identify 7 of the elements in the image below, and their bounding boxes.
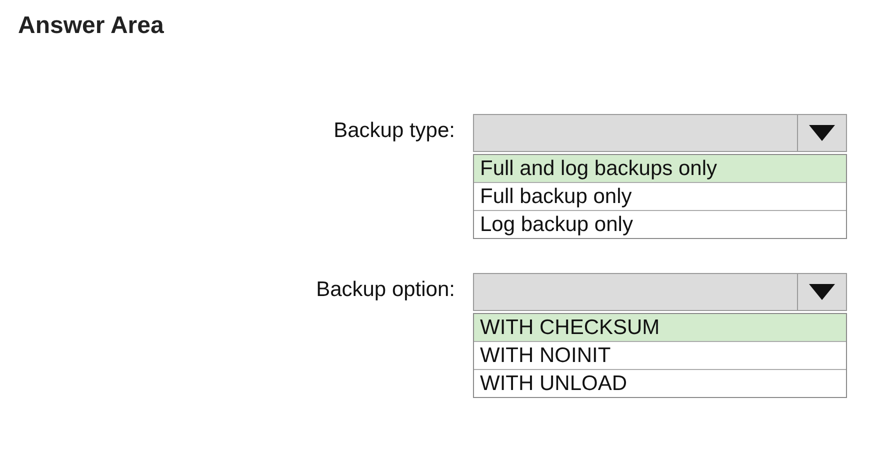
option-item[interactable]: WITH CHECKSUM [474, 314, 846, 342]
answer-area-title: Answer Area [18, 12, 165, 40]
option-item[interactable]: Full and log backups only [474, 155, 846, 183]
field-label: Backup option: [315, 278, 456, 302]
field-label: Backup type: [332, 119, 456, 143]
caret-icon [809, 284, 835, 300]
caret-icon [809, 125, 835, 141]
